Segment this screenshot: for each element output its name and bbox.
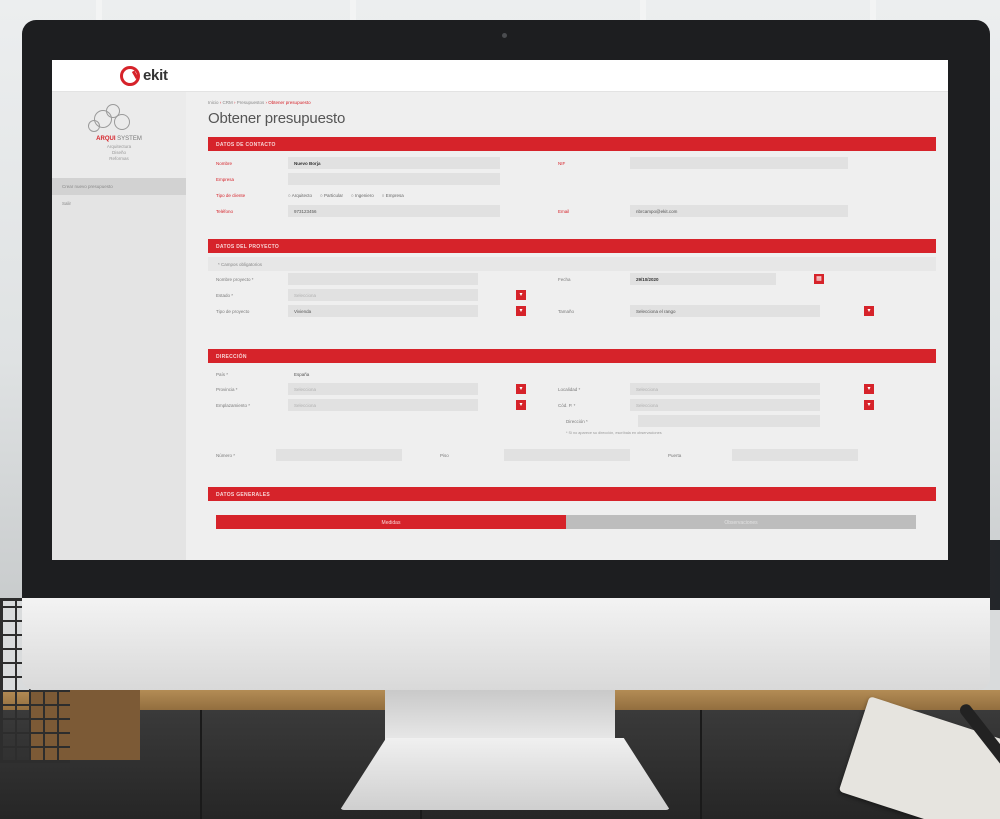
- nombre-label: Nombre: [216, 160, 233, 166]
- chevron-down-icon[interactable]: ▾: [516, 290, 526, 300]
- monitor-stand-foot: [340, 738, 670, 810]
- nombre-proyecto-field[interactable]: [288, 273, 478, 285]
- chevron-down-icon[interactable]: ▾: [516, 384, 526, 394]
- page-title: Obtener presupuesto: [208, 110, 346, 127]
- provincia-select[interactable]: Selecciona: [288, 383, 478, 395]
- estado-label: Estado *: [216, 292, 234, 298]
- breadcrumb-item[interactable]: Presupuestos: [237, 100, 265, 105]
- camera-icon: [502, 33, 507, 38]
- direccion-label: Dirección *: [566, 418, 588, 424]
- empresa-label: Empresa: [216, 176, 235, 182]
- emplazamiento-label: Emplazamiento *: [216, 402, 251, 408]
- brand-tagline: Arquitectura Diseño Reformas: [106, 144, 132, 161]
- section-header-address: DIRECCIÓN: [208, 349, 936, 363]
- chevron-down-icon[interactable]: ▾: [516, 306, 526, 316]
- localidad-label: Localidad *: [558, 386, 581, 392]
- chevron-down-icon[interactable]: ▾: [516, 400, 526, 410]
- chevron-down-icon[interactable]: ▾: [864, 384, 874, 394]
- localidad-select[interactable]: Selecciona: [630, 383, 820, 395]
- nombre-field[interactable]: Nuevo Borja: [288, 157, 500, 169]
- ekit-logo-icon[interactable]: [120, 65, 140, 86]
- pais-label: País *: [216, 371, 229, 377]
- numero-label: Número *: [216, 452, 236, 458]
- nombre-proyecto-label: Nombre proyecto *: [216, 276, 254, 282]
- nif-field[interactable]: [630, 157, 848, 169]
- fecha-label: Fecha: [558, 276, 571, 282]
- piso-field[interactable]: [504, 449, 630, 461]
- calendar-icon[interactable]: ▦: [814, 274, 824, 284]
- breadcrumb-item[interactable]: CRM: [223, 100, 233, 105]
- piso-label: Piso: [440, 452, 449, 458]
- pais-value: España: [294, 372, 310, 377]
- app-screen: ekit ARQUI SYSTEM Arquitectura Diseño Re…: [52, 60, 948, 560]
- radio-particular[interactable]: Particular: [320, 193, 343, 198]
- sidebar: ARQUI SYSTEM Arquitectura Diseño Reforma…: [52, 92, 186, 560]
- email-label: Email: [558, 208, 570, 214]
- tab-observaciones[interactable]: Observaciones: [566, 515, 916, 529]
- monitor-chin: [22, 598, 990, 690]
- section-header-general: DATOS GENERALES: [208, 487, 936, 501]
- numero-field[interactable]: [276, 449, 402, 461]
- brand-name: ARQUI SYSTEM: [96, 136, 142, 142]
- logo-text[interactable]: ekit: [143, 67, 168, 84]
- breadcrumb: Inicio › CRM › Presupuestos › Obtener pr…: [208, 100, 311, 105]
- section-header-project: DATOS DEL PROYECTO: [208, 239, 936, 253]
- estado-select[interactable]: Selecciona: [288, 289, 478, 301]
- empresa-field[interactable]: [288, 173, 500, 185]
- required-note: * Campos obligatorios: [208, 257, 936, 271]
- chevron-down-icon[interactable]: ▾: [864, 400, 874, 410]
- sidebar-item-exit[interactable]: Salir: [52, 195, 186, 212]
- direccion-field[interactable]: [638, 415, 820, 427]
- tipo-proyecto-label: Tipo de proyecto: [216, 308, 250, 314]
- chevron-down-icon[interactable]: ▾: [864, 306, 874, 316]
- top-bar: ekit: [52, 60, 948, 92]
- breadcrumb-current: Obtener presupuesto: [268, 100, 311, 105]
- direccion-hint: * Si no aparece su dirección, escríbala …: [566, 431, 662, 435]
- radio-arquitecto[interactable]: Arquitecto: [288, 193, 312, 198]
- main-content: Inicio › CRM › Presupuestos › Obtener pr…: [208, 100, 936, 529]
- puerta-label: Puerta: [668, 452, 682, 458]
- brand-logo[interactable]: ARQUI SYSTEM Arquitectura Diseño Reforma…: [52, 92, 186, 178]
- email-field[interactable]: nbrcampo@ekit.com: [630, 205, 848, 217]
- brand-sketch-icon: [84, 100, 154, 134]
- tab-medidas[interactable]: Medidas: [216, 515, 566, 529]
- cp-select[interactable]: Selecciona: [630, 399, 820, 411]
- sidebar-item-new-budget[interactable]: Crear nuevo presupuesto: [52, 178, 186, 195]
- tipo-cliente-label: Tipo de cliente: [216, 192, 246, 198]
- puerta-field[interactable]: [732, 449, 858, 461]
- provincia-label: Provincia *: [216, 386, 238, 392]
- general-tabs: Medidas Observaciones: [208, 515, 936, 529]
- fecha-field[interactable]: 29/10/2020: [630, 273, 776, 285]
- monitor-stand-neck: [385, 690, 615, 742]
- tamano-select[interactable]: Selecciona el rango: [630, 305, 820, 317]
- telefono-field[interactable]: 973123456: [288, 205, 500, 217]
- cp-label: Cód. P. *: [558, 402, 576, 408]
- tipo-proyecto-select[interactable]: Vivienda: [288, 305, 478, 317]
- radio-ingeniero[interactable]: Ingeniero: [351, 193, 374, 198]
- breadcrumb-item[interactable]: Inicio: [208, 100, 219, 105]
- telefono-label: Teléfono: [216, 208, 234, 214]
- nif-label: NIF: [558, 160, 566, 166]
- section-header-contact: DATOS DE CONTACTO: [208, 137, 936, 151]
- emplazamiento-select[interactable]: Selecciona: [288, 399, 478, 411]
- tamano-label: Tamaño: [558, 308, 575, 314]
- radio-empresa[interactable]: Empresa: [382, 193, 404, 198]
